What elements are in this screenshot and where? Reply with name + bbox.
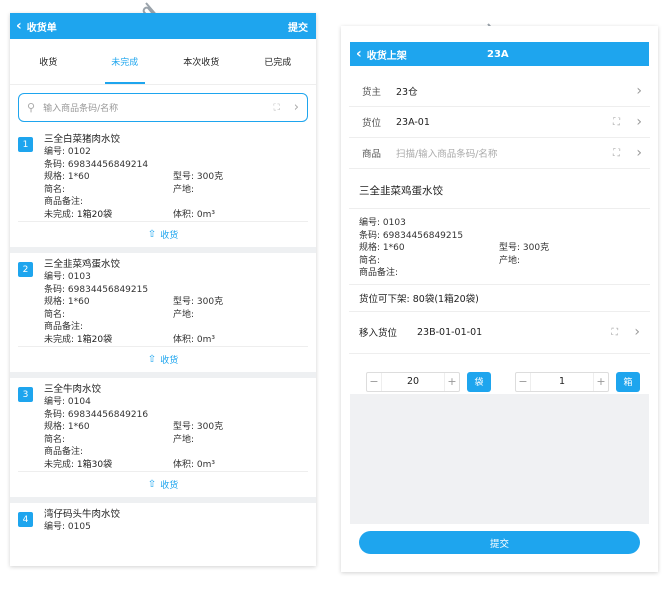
chevron-right-icon[interactable]: › bbox=[634, 324, 640, 340]
putaway-panel: ‹ 收货上架 23A 货主 23仓 › 货位 23A-01 ⛶ › 商品 扫描/… bbox=[341, 26, 658, 572]
product-detail: 编号: 0103 条码: 69834456849215 规格: 1*60 型号: … bbox=[349, 209, 650, 285]
list-item: 2 三全韭菜鸡蛋水饺 编号: 0103 条码: 69834456849215 规… bbox=[10, 253, 316, 378]
box-quantity-input[interactable]: 1 bbox=[530, 372, 594, 391]
receipt-order-panel: ‹ 收货单 提交 收货 未完成 本次收货 已完成 ⚲ 输入商品条码/名称 ⛶ ›… bbox=[10, 13, 316, 566]
list-item: 1 三全白菜猪肉水饺 编号: 0102 条码: 6983445684921​4 … bbox=[10, 128, 316, 253]
tab-finished[interactable]: 已完成 bbox=[240, 39, 317, 84]
header-code: 23A bbox=[487, 48, 509, 60]
bag-quantity-stepper[interactable]: − 20 + bbox=[366, 371, 460, 392]
plus-icon[interactable]: + bbox=[594, 375, 608, 388]
receive-button[interactable]: ⇧ 收货 bbox=[18, 471, 308, 497]
product-barcode: 6983445684921​4 bbox=[67, 159, 149, 170]
scan-icon[interactable]: ⛶ bbox=[611, 327, 618, 338]
product-name: 湾仔码头牛肉水饺 bbox=[44, 509, 121, 520]
header-bar: ‹ 收货单 提交 bbox=[10, 13, 316, 39]
scan-icon[interactable]: ⛶ bbox=[273, 103, 279, 113]
bag-quantity-input[interactable]: 20 bbox=[381, 372, 445, 391]
page-title: 收货上架 bbox=[366, 50, 407, 62]
available-quantity: 货位可下架: 80袋(1箱20袋) bbox=[349, 285, 650, 312]
product-code: 0102 bbox=[67, 147, 91, 157]
chevron-right-icon[interactable]: › bbox=[636, 83, 642, 99]
scan-icon[interactable]: ⛶ bbox=[613, 117, 620, 128]
submit-button[interactable]: 提交 bbox=[288, 19, 308, 34]
page-title: 收货单 bbox=[26, 22, 57, 34]
empty-area bbox=[350, 394, 649, 524]
product-name: 三全韭菜鸡蛋水饺 bbox=[349, 169, 650, 209]
upload-icon: ⇧ bbox=[147, 354, 157, 365]
product-name: 三全白菜猪肉水饺 bbox=[44, 134, 121, 145]
owner-field[interactable]: 货主 23仓 › bbox=[349, 76, 650, 107]
item-number-badge: 4 bbox=[18, 512, 33, 527]
tab-current-receipt[interactable]: 本次收货 bbox=[163, 39, 240, 84]
product-name: 三全牛肉水饺 bbox=[44, 384, 102, 395]
target-location-field[interactable]: 移入货位 23B-01-01-01 ⛶ › bbox=[349, 312, 650, 354]
chevron-right-icon[interactable]: › bbox=[636, 145, 642, 161]
chevron-right-icon[interactable]: › bbox=[294, 100, 299, 115]
box-quantity-stepper[interactable]: − 1 + bbox=[515, 371, 609, 392]
item-number-badge: 2 bbox=[18, 262, 33, 277]
receive-button[interactable]: ⇧ 收货 bbox=[18, 346, 308, 372]
tab-unfinished[interactable]: 未完成 bbox=[87, 39, 164, 84]
tab-receive[interactable]: 收货 bbox=[10, 39, 87, 84]
item-number-badge: 3 bbox=[18, 387, 33, 402]
upload-icon: ⇧ bbox=[147, 479, 157, 490]
plus-icon[interactable]: + bbox=[445, 375, 459, 388]
minus-icon[interactable]: − bbox=[367, 375, 381, 388]
header-bar: ‹ 收货上架 23A bbox=[350, 42, 649, 66]
back-arrow-icon[interactable]: ‹ bbox=[10, 18, 22, 34]
item-number-badge: 1 bbox=[18, 137, 33, 152]
submit-button[interactable]: 提交 bbox=[359, 531, 640, 554]
tab-bar: 收货 未完成 本次收货 已完成 bbox=[10, 39, 316, 85]
box-unit-button[interactable]: 箱 bbox=[616, 371, 640, 392]
bag-unit-button[interactable]: 袋 bbox=[467, 371, 491, 392]
scan-icon[interactable]: ⛶ bbox=[613, 148, 620, 159]
chevron-right-icon[interactable]: › bbox=[636, 114, 642, 130]
receive-button[interactable]: ⇧ 收货 bbox=[18, 221, 308, 247]
search-icon: ⚲ bbox=[27, 101, 36, 114]
search-box[interactable]: ⚲ 输入商品条码/名称 ⛶ › bbox=[18, 93, 308, 122]
product-name: 三全韭菜鸡蛋水饺 bbox=[44, 259, 121, 270]
minus-icon[interactable]: − bbox=[516, 375, 530, 388]
list-item: 4 湾仔码头牛肉水饺 编号: 0105 bbox=[10, 503, 316, 534]
location-field[interactable]: 货位 23A-01 ⛶ › bbox=[349, 107, 650, 138]
back-arrow-icon[interactable]: ‹ bbox=[350, 46, 362, 62]
product-field[interactable]: 商品 扫描/输入商品条码/名称 ⛶ › bbox=[349, 138, 650, 169]
quantity-steppers: − 20 + 袋 − 1 + 箱 bbox=[341, 354, 658, 398]
product-input[interactable]: 扫描/输入商品条码/名称 bbox=[396, 146, 497, 160]
list-item: 3 三全牛肉水饺 编号: 0104 条码: 69834456849216 规格:… bbox=[10, 378, 316, 503]
upload-icon: ⇧ bbox=[147, 229, 157, 240]
search-input[interactable]: 输入商品条码/名称 bbox=[43, 101, 118, 114]
